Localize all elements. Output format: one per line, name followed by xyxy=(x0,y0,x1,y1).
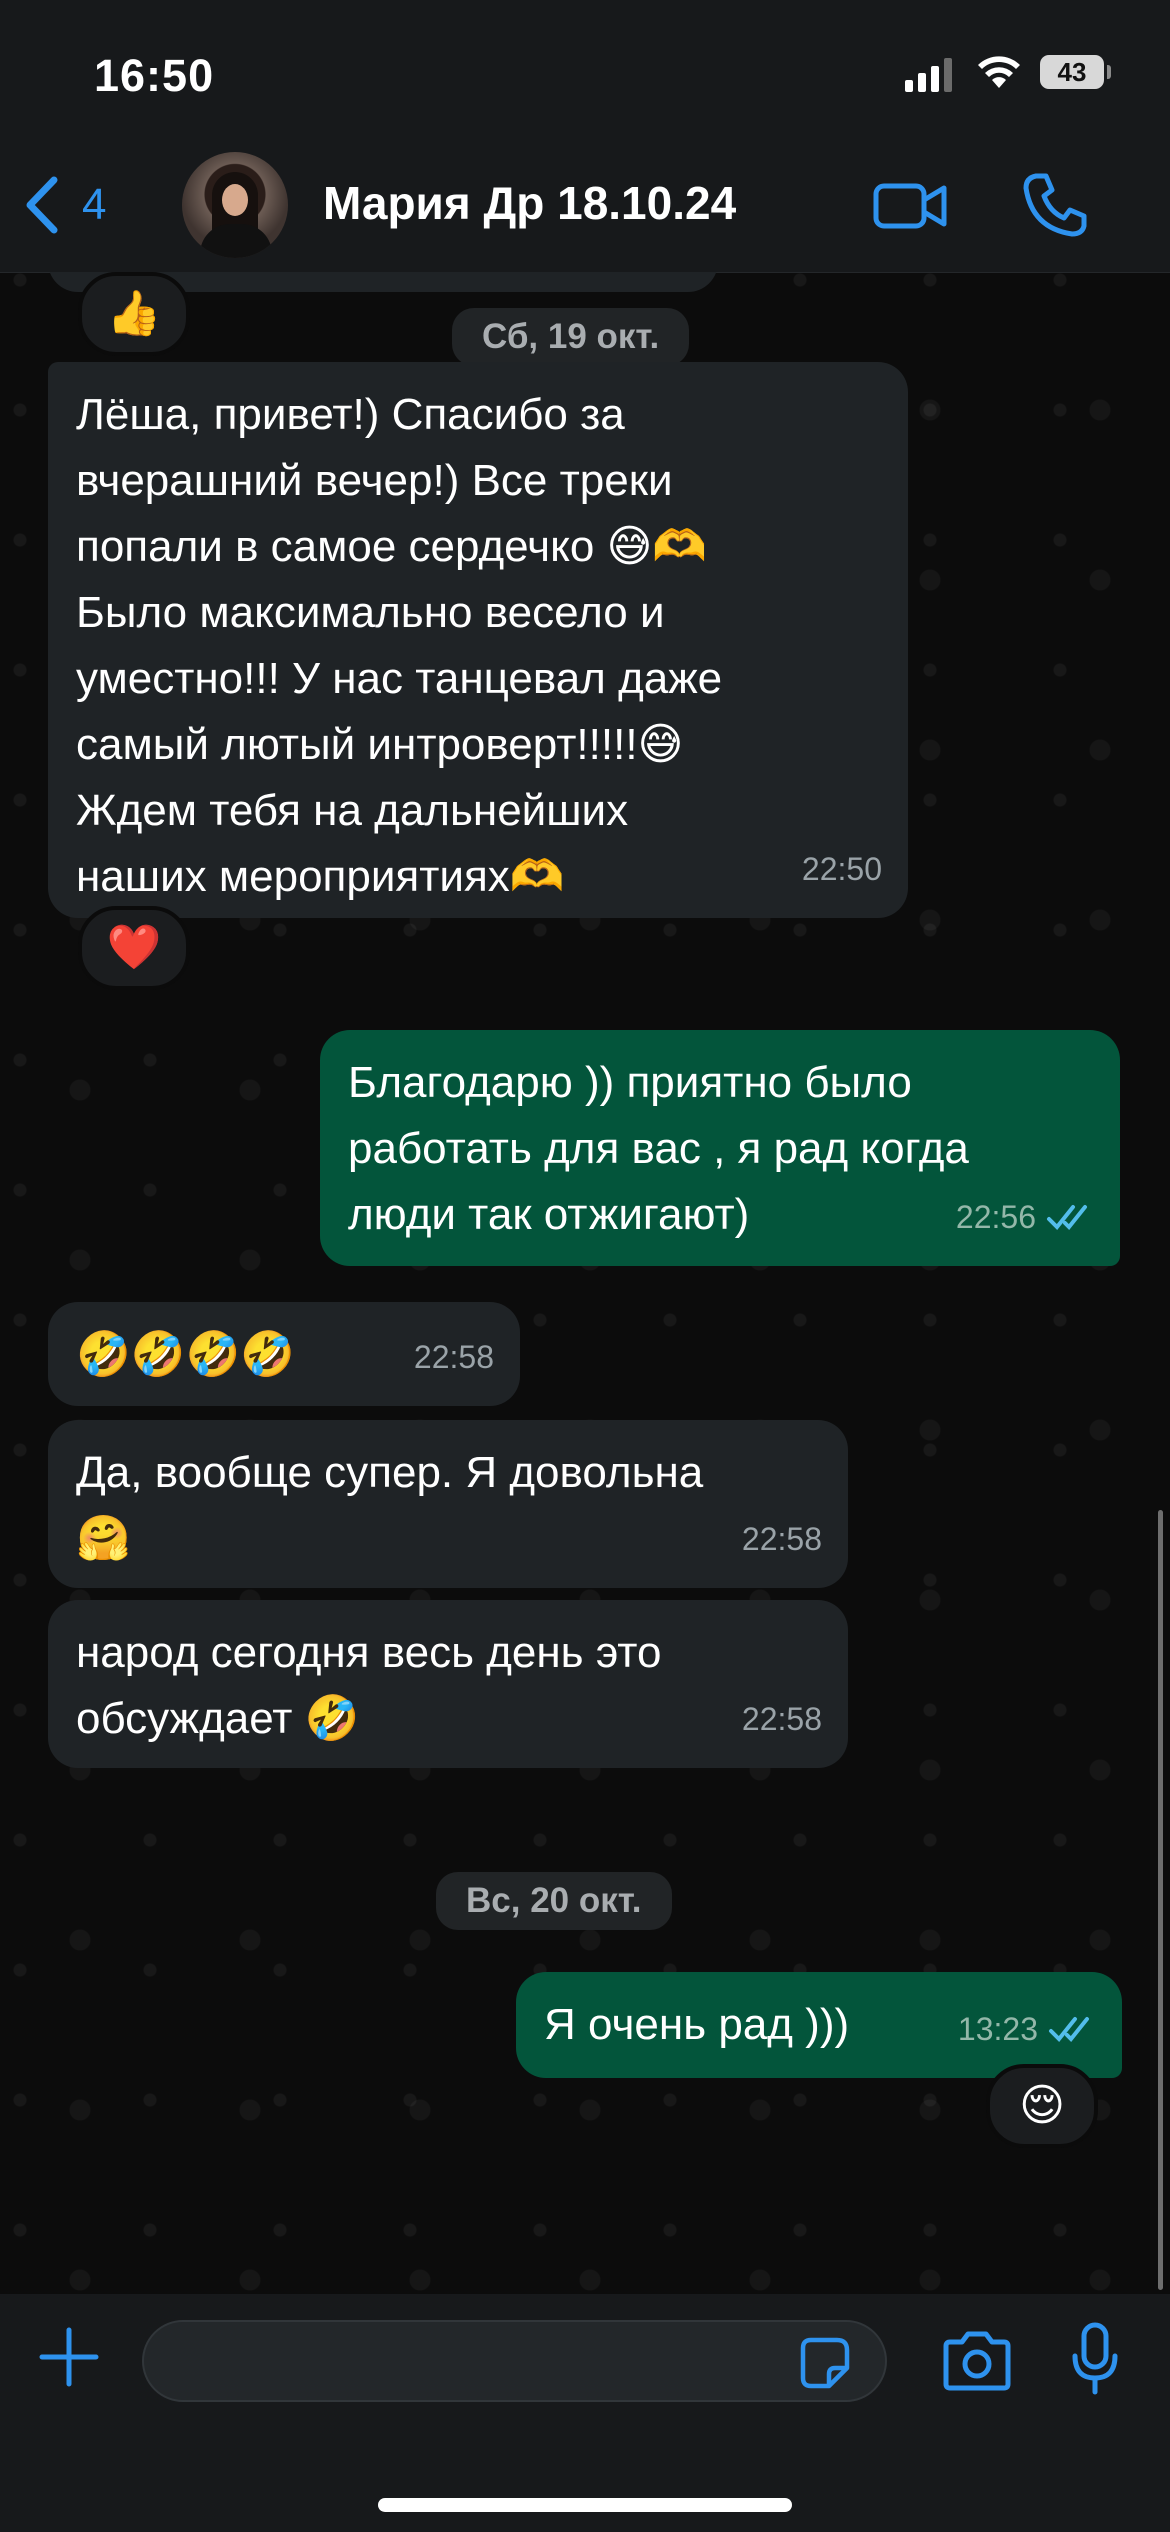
message-meta: 22:56 xyxy=(956,1184,1094,1250)
camera-icon xyxy=(943,2331,1011,2391)
message-line: работать для вас , я рад когда xyxy=(348,1124,969,1173)
wifi-icon xyxy=(978,56,1020,88)
message-line: Да, вообще супер. Я довольна xyxy=(76,1448,704,1497)
voice-call-button[interactable] xyxy=(1022,172,1088,238)
reaction-heart[interactable]: ❤️ xyxy=(78,906,190,990)
message-composer xyxy=(0,2294,1170,2532)
reaction-relieved[interactable]: 😌 xyxy=(986,2064,1098,2148)
microphone-icon xyxy=(1072,2322,1118,2395)
message-line: уместно!!! У нас танцевал даже xyxy=(76,654,723,703)
message-line: обсуждает 🤣 xyxy=(76,1694,360,1743)
message-time: 22:56 xyxy=(955,1199,1036,1235)
chat-scrollbar[interactable] xyxy=(1158,1510,1163,2290)
incoming-message[interactable]: Да, вообще супер. Я довольна 🤗 22:58 xyxy=(48,1420,848,1588)
avatar-face xyxy=(222,184,248,216)
outgoing-message[interactable]: Я очень рад ))) 13:23 xyxy=(516,1972,1122,2078)
message-time: 22:58 xyxy=(413,1339,494,1375)
message-meta: 22:58 xyxy=(742,1686,822,1752)
message-line: Благодарю )) приятно было xyxy=(348,1058,912,1107)
double-check-icon xyxy=(1047,1205,1087,1230)
message-meta: 22:58 xyxy=(742,1506,822,1572)
message-line: 🤗 xyxy=(76,1513,131,1564)
outgoing-message[interactable]: Благодарю )) приятно было работать для в… xyxy=(320,1030,1120,1266)
phone-icon xyxy=(1023,173,1087,237)
video-call-button[interactable] xyxy=(872,178,950,234)
contact-avatar[interactable] xyxy=(182,152,288,258)
video-camera-icon xyxy=(873,183,947,229)
message-line: попали в самое сердечко 😅🫶 xyxy=(76,522,708,571)
reaction-emoji: 😌 xyxy=(1019,2080,1065,2131)
battery-cap xyxy=(1107,65,1111,79)
sticker-button[interactable] xyxy=(795,2334,853,2392)
chevron-left-icon xyxy=(26,176,58,234)
date-separator: Сб, 19 окт. xyxy=(452,308,690,366)
contact-name[interactable]: Мария Др 18.10.24 xyxy=(323,176,736,230)
battery-indicator: 43 xyxy=(1040,55,1104,89)
date-separator: Вс, 20 окт. xyxy=(436,1872,672,1930)
cellular-signal-icon xyxy=(905,58,952,92)
reaction-emoji: ❤️ xyxy=(106,922,162,973)
message-meta: 22:50 xyxy=(802,836,882,902)
plus-icon xyxy=(39,2327,99,2387)
message-time: 22:58 xyxy=(741,1521,822,1557)
chat-header: 16:50 43 4 Мария Др 18.10.24 xyxy=(0,0,1170,273)
message-line: народ сегодня весь день это xyxy=(76,1628,662,1677)
sticker-icon xyxy=(800,2337,850,2389)
message-line: Ждем тебя на дальнейших xyxy=(76,786,629,835)
message-line: наших мероприятиях🫶 xyxy=(76,852,565,901)
message-list[interactable]: 👍 Сб, 19 окт. Лёша, привет!) Спасибо за … xyxy=(0,272,1170,2294)
avatar-body xyxy=(200,224,272,258)
message-time: 22:58 xyxy=(741,1701,822,1737)
message-line: Лёша, привет!) Спасибо за xyxy=(76,390,625,439)
reaction-thumbs-up[interactable]: 👍 xyxy=(78,272,190,356)
message-line: Было максимально весело и xyxy=(76,588,665,637)
message-line: вчерашний вечер!) Все треки xyxy=(76,456,673,505)
message-time: 22:50 xyxy=(801,851,882,887)
incoming-message[interactable]: 🤣🤣🤣🤣 22:58 xyxy=(48,1302,520,1406)
message-input[interactable] xyxy=(142,2320,887,2402)
double-check-icon xyxy=(1049,2017,1089,2042)
unread-chats-count: 4 xyxy=(82,180,107,229)
back-button[interactable]: 4 xyxy=(22,170,132,240)
message-text: 🤣🤣🤣🤣 xyxy=(76,1329,296,1380)
home-indicator[interactable] xyxy=(378,2498,792,2512)
attach-button[interactable] xyxy=(38,2326,100,2388)
status-time: 16:50 xyxy=(94,50,215,101)
message-time: 13:23 xyxy=(957,2011,1038,2047)
voice-message-button[interactable] xyxy=(1070,2322,1120,2396)
incoming-message[interactable]: Лёша, привет!) Спасибо за вчерашний вече… xyxy=(48,362,908,918)
message-line: самый лютый интроверт!!!!!😅 xyxy=(76,720,684,769)
message-text: Я очень рад ))) xyxy=(544,2000,850,2049)
camera-button[interactable] xyxy=(940,2330,1014,2392)
message-meta: 13:23 xyxy=(958,1996,1096,2062)
incoming-message[interactable]: народ сегодня весь день это обсуждает 🤣 … xyxy=(48,1600,848,1768)
reaction-emoji: 👍 xyxy=(106,288,162,339)
message-meta: 22:58 xyxy=(414,1324,494,1390)
